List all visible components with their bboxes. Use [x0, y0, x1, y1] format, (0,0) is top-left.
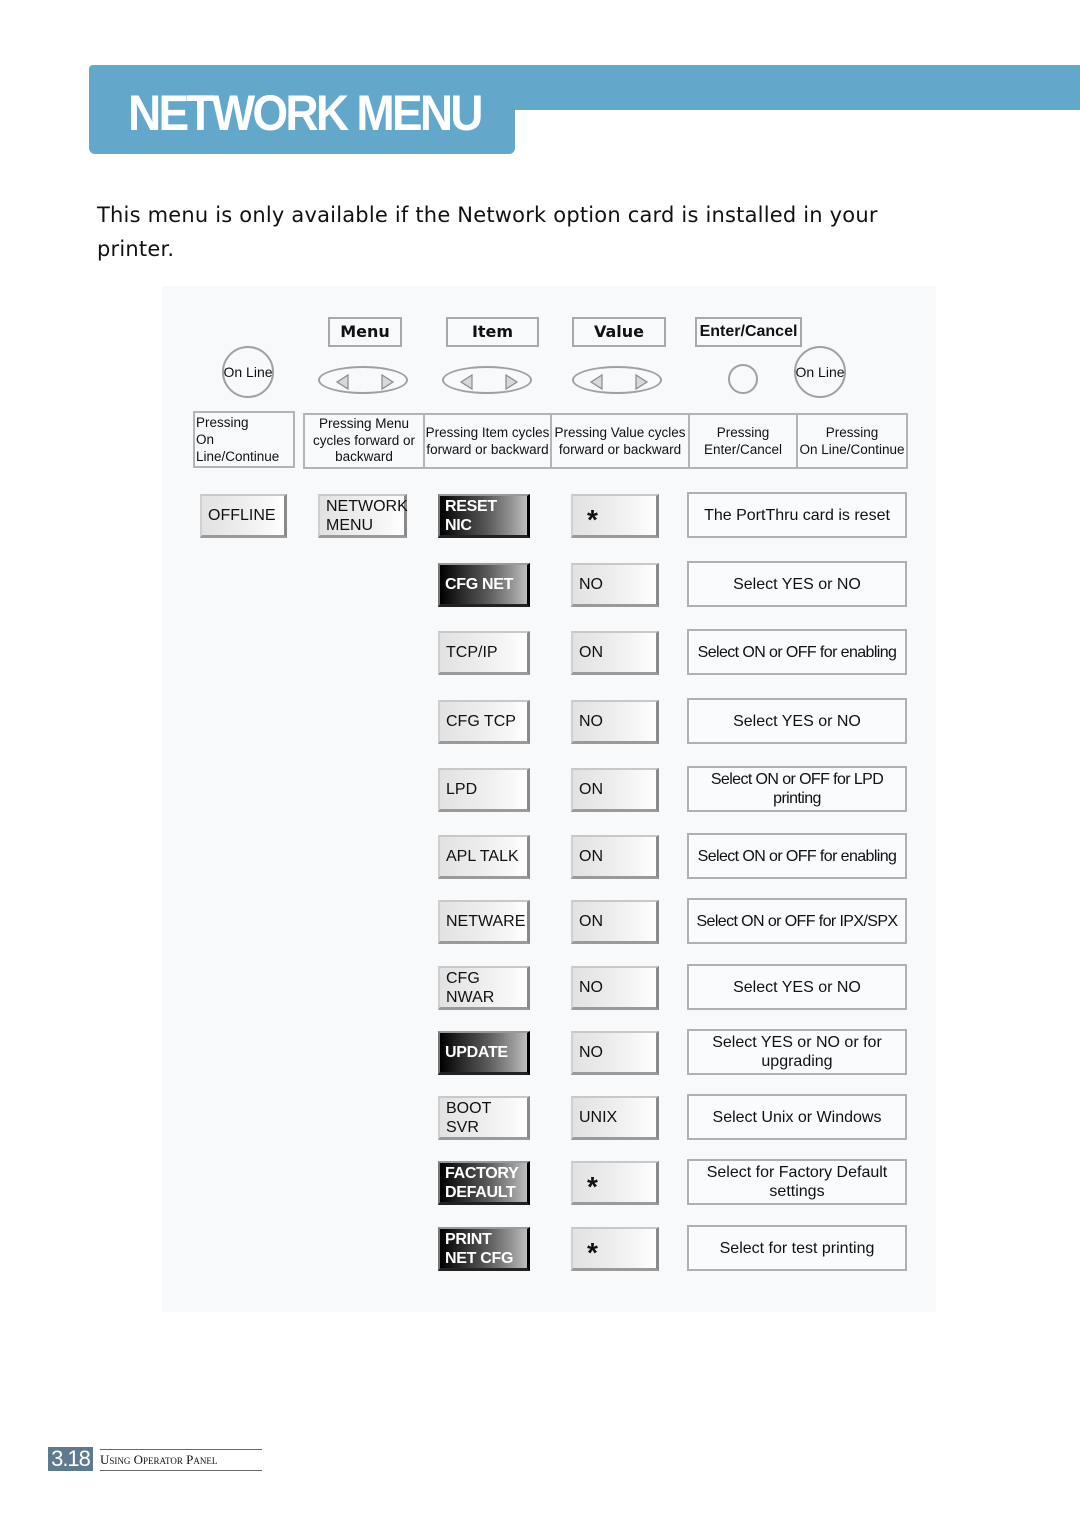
lcd-value: UNIX	[571, 1096, 659, 1140]
lcd-item: UPDATE	[438, 1031, 530, 1075]
lcd-item: LPD	[438, 768, 530, 812]
online-button-left[interactable]: On Line	[222, 346, 274, 398]
lcd-value: *	[571, 1161, 659, 1205]
section-label: Using Operator Panel	[100, 1449, 262, 1471]
lcd-value: ON	[571, 835, 659, 879]
lcd-value: *	[571, 494, 659, 538]
lcd-value: ON	[571, 631, 659, 675]
value-arrows-icon	[589, 373, 649, 391]
desc-menu: Pressing Menu cycles forward or backward	[303, 413, 425, 469]
item-rocker-button[interactable]	[442, 366, 532, 394]
lcd-network-menu: NETWORK MENU	[318, 494, 408, 538]
asterisk-icon: *	[587, 504, 598, 535]
lcd-value: NO	[571, 700, 659, 744]
intro-paragraph: This menu is only available if the Netwo…	[97, 203, 878, 261]
result-description: Select YES or NO	[687, 964, 907, 1010]
item-key-label: Item	[446, 317, 539, 347]
desc-online-right: Pressing On Line/Continue	[796, 413, 908, 469]
result-description: Select YES or NO	[687, 561, 907, 607]
result-description: The PortThru card is reset	[687, 492, 907, 538]
value-rocker-button[interactable]	[572, 366, 662, 394]
lcd-item: PRINT NET CFG	[438, 1227, 530, 1271]
desc-online-left: Pressing On Line/Continue	[193, 411, 295, 468]
value-key-label: Value	[572, 317, 666, 347]
result-description: Select YES or NO	[687, 698, 907, 744]
lcd-value: NO	[571, 563, 659, 607]
online-button-right[interactable]: On Line	[794, 346, 846, 398]
menu-key-label: Menu	[328, 317, 402, 347]
lcd-value: ON	[571, 768, 659, 812]
result-description: Select for test printing	[687, 1225, 907, 1271]
result-description: Select Unix or Windows	[687, 1094, 907, 1140]
page-number: 3.18	[48, 1447, 93, 1471]
result-description: Select ON or OFF for LPD printing	[687, 766, 907, 812]
lcd-item: CFG TCP	[438, 700, 530, 744]
result-description: Select ON or OFF for IPX/SPX	[687, 898, 907, 944]
lcd-item: CFG NWAR	[438, 966, 530, 1010]
menu-arrows-icon	[335, 373, 395, 391]
lcd-value: ON	[571, 900, 659, 944]
lcd-value: NO	[571, 966, 659, 1010]
lcd-item: FACTORY DEFAULT	[438, 1161, 530, 1205]
menu-rocker-button[interactable]	[318, 366, 408, 394]
enter-cancel-key-label: Enter/Cancel	[695, 317, 802, 347]
desc-value: Pressing Value cycles forward or backwar…	[550, 413, 690, 469]
lcd-value: *	[571, 1227, 659, 1271]
lcd-item: APL TALK	[438, 835, 530, 879]
result-description: Select for Factory Default settings	[687, 1159, 907, 1205]
desc-item: Pressing Item cycles forward or backward	[423, 413, 552, 469]
desc-enter-cancel: Pressing Enter/Cancel	[688, 413, 798, 469]
enter-cancel-button[interactable]	[728, 364, 758, 394]
result-description: Select ON or OFF for enabling	[687, 629, 907, 675]
lcd-item: BOOT SVR	[438, 1096, 530, 1140]
lcd-item: NETWARE	[438, 900, 530, 944]
result-description: Select YES or NO or for upgrading	[687, 1029, 907, 1075]
asterisk-icon: *	[587, 1237, 598, 1268]
result-description: Select ON or OFF for enabling	[687, 833, 907, 879]
item-arrows-icon	[459, 373, 519, 391]
title-banner-bar	[515, 65, 1080, 110]
lcd-offline: OFFLINE	[200, 494, 287, 538]
lcd-item: RESET NIC	[438, 494, 530, 538]
lcd-value: NO	[571, 1031, 659, 1075]
lcd-item: TCP/IP	[438, 631, 530, 675]
asterisk-icon: *	[587, 1171, 598, 1202]
page-title: NETWORK MENU	[128, 85, 484, 141]
lcd-item: CFG NET	[438, 563, 530, 607]
